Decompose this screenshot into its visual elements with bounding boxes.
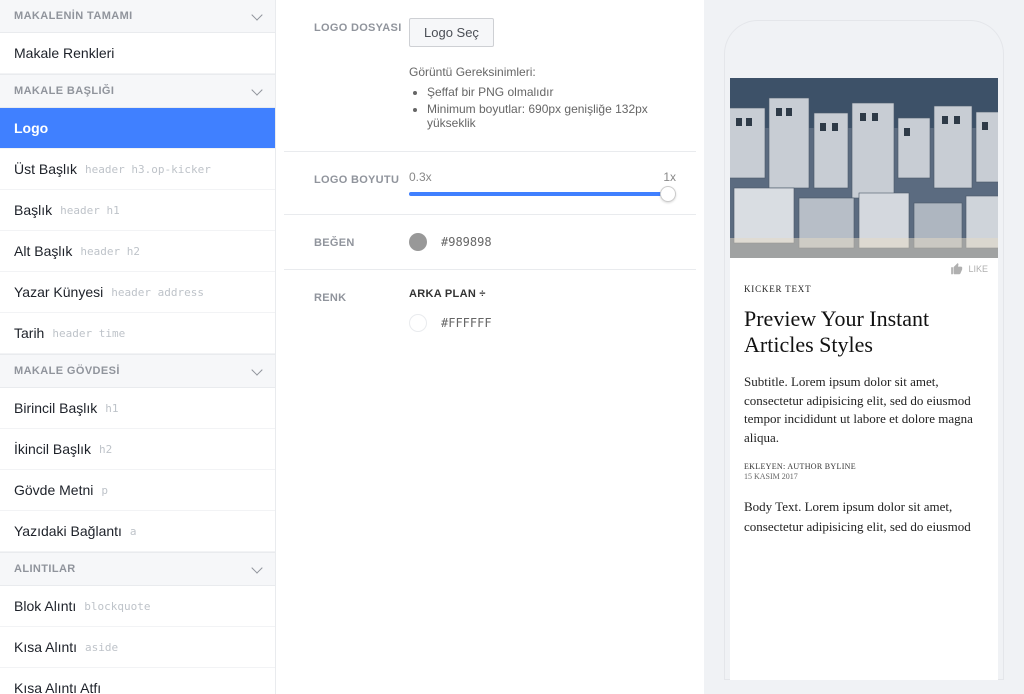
field-color: RENK ARKA PLAN ÷ #FFFFFF [284, 270, 696, 350]
sidebar-item-label: Yazar Künyesi [14, 284, 103, 300]
color-hex: #989898 [441, 235, 492, 249]
sidebar-item-label: Blok Alıntı [14, 598, 76, 614]
sidebar-item-label: Kısa Alıntı [14, 639, 77, 655]
slider-thumb[interactable] [660, 186, 676, 202]
sidebar-item-hint: a [130, 525, 137, 538]
settings-panel: LOGO DOSYASI Logo Seç Görüntü Gereksinim… [276, 0, 704, 694]
sidebar-item-label: Üst Başlık [14, 161, 77, 177]
sidebar-item-hint: header h1 [60, 204, 120, 217]
sidebar-item-hint: h2 [99, 443, 112, 456]
sidebar-item-h2[interactable]: İkincil Başlık h2 [0, 429, 275, 470]
chevron-down-icon [251, 84, 262, 95]
section-title: MAKALENİN TAMAMI [14, 10, 133, 22]
sidebar-item-aside-attr[interactable]: Kısa Alıntı Atfı [0, 668, 275, 694]
section-header-quotes[interactable]: ALINTILAR [0, 552, 275, 586]
sidebar-item-hint: blockquote [84, 600, 150, 613]
sidebar-item-date[interactable]: Tarih header time [0, 313, 275, 354]
sidebar-item-label: Birincil Başlık [14, 400, 97, 416]
sidebar: MAKALENİN TAMAMI Makale Renkleri MAKALE … [0, 0, 276, 694]
sidebar-item-label: Başlık [14, 202, 52, 218]
hero-image [730, 78, 998, 258]
field-logo-file: LOGO DOSYASI Logo Seç Görüntü Gereksinim… [284, 0, 696, 152]
color-tab-background[interactable]: ARKA PLAN ÷ [409, 288, 676, 300]
field-logo-size: LOGO BOYUTU 0.3x 1x [284, 152, 696, 215]
sidebar-item-label: Alt Başlık [14, 243, 72, 259]
logo-size-slider[interactable] [409, 192, 676, 196]
phone-frame: LIKE KICKER TEXT Preview Your Instant Ar… [724, 20, 1004, 680]
preview-pane: LIKE KICKER TEXT Preview Your Instant Ar… [704, 0, 1024, 694]
sidebar-item-byline[interactable]: Yazar Künyesi header address [0, 272, 275, 313]
sidebar-item-hint: header address [111, 286, 204, 299]
section-header-article-header[interactable]: MAKALE BAŞLIĞI [0, 74, 275, 108]
sidebar-item-label: İkincil Başlık [14, 441, 91, 457]
sidebar-item-label: Kısa Alıntı Atfı [14, 680, 101, 694]
requirement-item: Minimum boyutlar: 690px genişliğe 132px … [427, 102, 676, 130]
thumb-up-icon [950, 262, 964, 276]
sidebar-item-subtitle[interactable]: Alt Başlık header h2 [0, 231, 275, 272]
preview-body: Body Text. Lorem ipsum dolor sit amet, c… [744, 497, 984, 536]
preview-kicker: KICKER TEXT [744, 284, 984, 294]
chevron-down-icon [251, 9, 262, 20]
requirements-list: Şeffaf bir PNG olmalıdır Minimum boyutla… [427, 85, 676, 130]
section-title: MAKALE BAŞLIĞI [14, 85, 114, 97]
sidebar-item-hint: header h2 [80, 245, 140, 258]
field-label: LOGO DOSYASI [314, 18, 409, 133]
color-hex: #FFFFFF [441, 316, 492, 330]
field-label: RENK [314, 288, 409, 332]
section-title: ALINTILAR [14, 563, 76, 575]
sidebar-item-label: Tarih [14, 325, 44, 341]
sidebar-item-article-colors[interactable]: Makale Renkleri [0, 33, 275, 74]
sidebar-item-label: Makale Renkleri [14, 45, 114, 61]
sidebar-item-hint: header h3.op-kicker [85, 163, 211, 176]
sidebar-item-title[interactable]: Başlık header h1 [0, 190, 275, 231]
field-label: BEĞEN [314, 233, 409, 251]
slider-min: 0.3x [409, 170, 432, 184]
section-title: MAKALE GÖVDESİ [14, 365, 120, 377]
sidebar-item-kicker[interactable]: Üst Başlık header h3.op-kicker [0, 149, 275, 190]
like-label: LIKE [968, 264, 988, 274]
chevron-down-icon [251, 562, 262, 573]
preview-date: 15 KASIM 2017 [744, 472, 984, 481]
sidebar-item-h1[interactable]: Birincil Başlık h1 [0, 388, 275, 429]
chevron-down-icon [251, 364, 262, 375]
sidebar-item-blockquote[interactable]: Blok Alıntı blockquote [0, 586, 275, 627]
sidebar-item-hint: p [101, 484, 108, 497]
preview-title: Preview Your Instant Articles Styles [744, 306, 984, 359]
slider-max: 1x [663, 170, 676, 184]
preview-byline: EKLEYEN: AUTHOR BYLINE [744, 462, 984, 471]
preview-subtitle: Subtitle. Lorem ipsum dolor sit amet, co… [744, 373, 984, 448]
sidebar-item-label: Yazıdaki Bağlantı [14, 523, 122, 539]
sidebar-item-hint: aside [85, 641, 118, 654]
sidebar-item-link[interactable]: Yazıdaki Bağlantı a [0, 511, 275, 552]
article-preview: LIKE KICKER TEXT Preview Your Instant Ar… [730, 78, 998, 680]
sidebar-item-hint: header time [52, 327, 125, 340]
sidebar-item-logo[interactable]: Logo [0, 108, 275, 149]
requirement-item: Şeffaf bir PNG olmalıdır [427, 85, 676, 99]
color-swatch[interactable] [409, 233, 427, 251]
slider-fill [409, 192, 668, 196]
field-like-color: BEĞEN #989898 [284, 215, 696, 270]
sidebar-item-body-text[interactable]: Gövde Metni p [0, 470, 275, 511]
section-header-article-all[interactable]: MAKALENİN TAMAMI [0, 0, 275, 33]
requirements-title: Görüntü Gereksinimleri: [409, 65, 676, 79]
sidebar-item-label: Gövde Metni [14, 482, 93, 498]
article-content: KICKER TEXT Preview Your Instant Article… [730, 278, 998, 550]
sidebar-item-label: Logo [14, 120, 48, 136]
color-swatch[interactable] [409, 314, 427, 332]
choose-logo-button[interactable]: Logo Seç [409, 18, 494, 47]
sidebar-item-hint: h1 [105, 402, 118, 415]
like-row: LIKE [730, 258, 998, 278]
sidebar-item-aside[interactable]: Kısa Alıntı aside [0, 627, 275, 668]
section-header-article-body[interactable]: MAKALE GÖVDESİ [0, 354, 275, 388]
field-label: LOGO BOYUTU [314, 170, 409, 196]
